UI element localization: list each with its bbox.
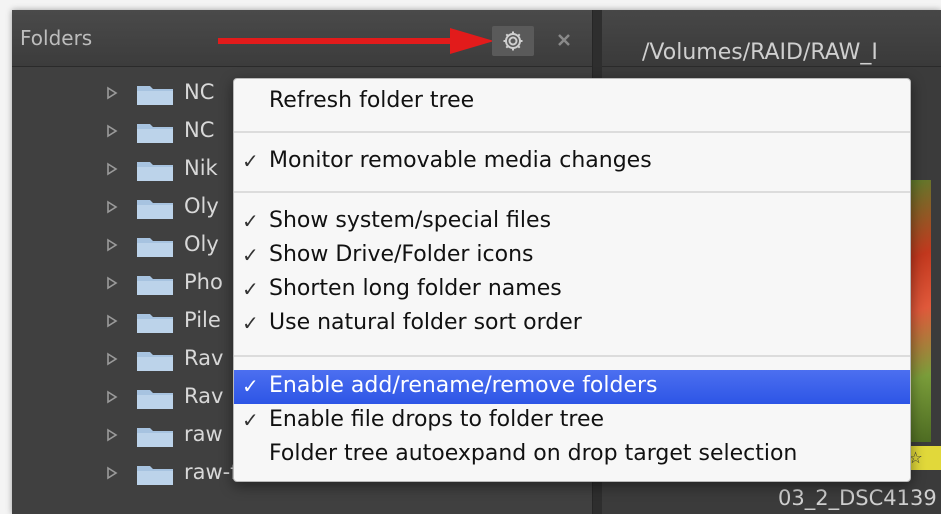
checkmark-icon: ✓ [242,277,259,301]
current-path: /Volumes/RAID/RAW_I [642,40,878,65]
triangle-right-icon[interactable] [106,276,118,290]
triangle-right-icon[interactable] [106,390,118,404]
folders-header: Folders [12,10,592,67]
menu-item-enable-file-drops[interactable]: ✓ Enable file drops to folder tree [234,404,910,438]
menu-item-autoexpand-on-drop[interactable]: Folder tree autoexpand on drop target se… [234,438,910,472]
folders-title: Folders [20,26,93,50]
folder-icon [137,86,173,105]
menu-item-show-drive-folder-icons[interactable]: ✓ Show Drive/Folder icons [234,239,910,273]
menu-item-show-system-files[interactable]: ✓ Show system/special files [234,205,910,239]
tree-item-label: Nik [184,156,218,180]
menu-item-label: Refresh folder tree [269,88,475,113]
triangle-right-icon[interactable] [106,428,118,442]
folder-icon [137,276,173,295]
menu-item-label: Shorten long folder names [269,276,562,301]
triangle-right-icon[interactable] [106,314,118,328]
tree-item-label: Pho [184,270,223,294]
checkmark-icon: ✓ [242,209,259,233]
folder-options-button[interactable] [492,26,534,56]
folder-icon [137,162,173,181]
folder-icon [137,466,173,485]
folder-icon [137,238,173,257]
tree-item-label: NC [184,80,215,104]
close-panel-button[interactable] [552,28,576,52]
menu-item-label: Show Drive/Folder icons [269,242,534,267]
checkmark-icon: ✓ [242,374,259,398]
triangle-right-icon[interactable] [106,466,118,480]
menu-item-label: Show system/special files [269,208,552,233]
annotation-arrow-icon [218,28,494,54]
menu-item-label: Use natural folder sort order [269,310,582,335]
checkmark-icon: ✓ [242,311,259,335]
checkmark-icon: ✓ [242,243,259,267]
thumbnail-filename: 03_2_DSC4139 [778,486,937,510]
menu-separator [234,191,910,193]
tree-item-label: raw [184,422,223,446]
triangle-right-icon[interactable] [106,200,118,214]
folder-icon [137,390,173,409]
triangle-right-icon[interactable] [106,162,118,176]
menu-item-monitor-removable-media[interactable]: ✓ Monitor removable media changes [234,145,910,179]
tree-item-label: Pile [184,308,221,332]
menu-item-label: Monitor removable media changes [269,148,652,173]
triangle-right-icon[interactable] [106,124,118,138]
gear-icon [503,31,523,51]
tree-item-label: Oly [184,194,219,218]
folder-icon [137,352,173,371]
tree-item-label: NC [184,118,215,142]
folder-options-menu: Refresh folder tree ✓ Monitor removable … [233,78,911,482]
triangle-right-icon[interactable] [106,86,118,100]
folder-icon [137,124,173,143]
triangle-right-icon[interactable] [106,352,118,366]
tree-item-label: Rav [184,346,224,370]
checkmark-icon: ✓ [242,149,259,173]
menu-item-label: Enable add/rename/remove folders [269,373,658,398]
tree-item-label: Oly [184,232,219,256]
checkmark-icon: ✓ [242,408,259,432]
close-icon [558,34,570,46]
menu-item-natural-sort-order[interactable]: ✓ Use natural folder sort order [234,307,910,341]
menu-item-enable-add-rename-remove[interactable]: ✓ Enable add/rename/remove folders [234,370,910,404]
folder-icon [137,314,173,333]
menu-separator [234,355,910,357]
path-bar: /Volumes/RAID/RAW_I [602,10,941,67]
folder-icon [137,428,173,447]
tree-item-label: Rav [184,384,224,408]
menu-item-label: Folder tree autoexpand on drop target se… [269,441,798,466]
app-window: Folders NC NC Nik Oly Oly Pho Pile Rav R… [12,10,941,514]
triangle-right-icon[interactable] [106,238,118,252]
menu-item-label: Enable file drops to folder tree [269,407,605,432]
menu-item-shorten-folder-names[interactable]: ✓ Shorten long folder names [234,273,910,307]
folder-icon [137,200,173,219]
menu-item-refresh-folder-tree[interactable]: Refresh folder tree [234,85,910,119]
menu-separator [234,131,910,133]
